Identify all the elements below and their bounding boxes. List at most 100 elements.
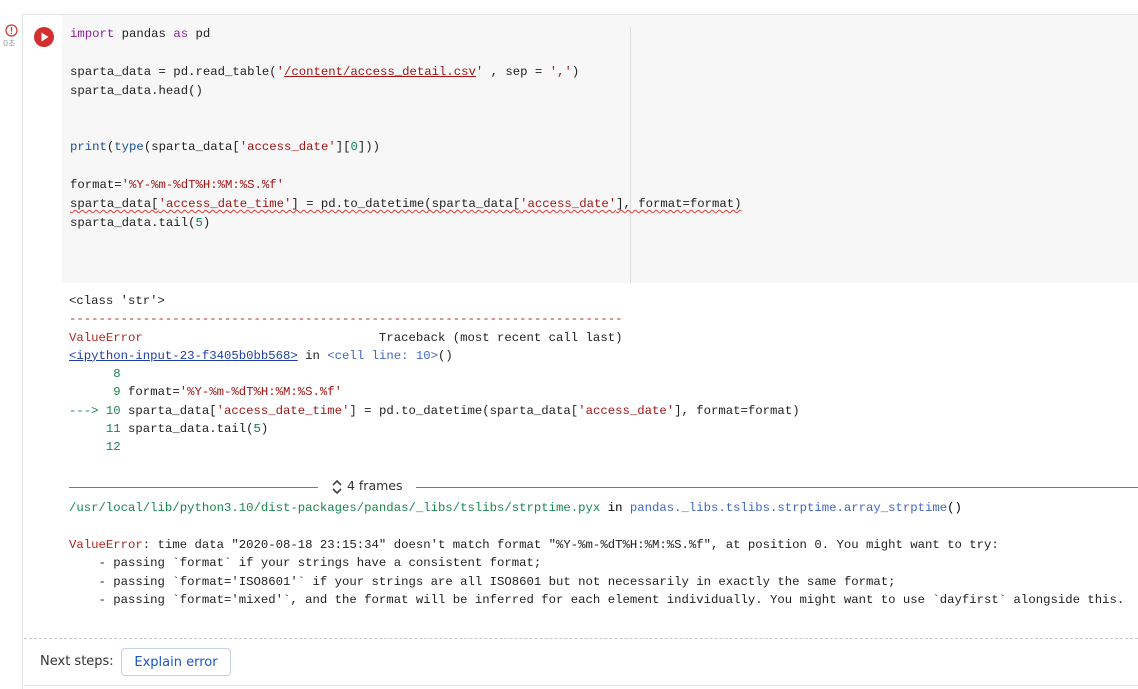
code-token: 'access_date' (239, 140, 336, 155)
trace-token: pandas._libs.tslibs.strptime.array_strpt… (629, 501, 948, 515)
frames-toggle[interactable]: 4 frames (331, 478, 403, 496)
output-token: in (297, 348, 328, 363)
output-line: ValueError Traceback (most recent call l… (69, 329, 800, 347)
code-token: ] = pd.to_datetime(sparta_data[ (291, 197, 521, 212)
code-token: pd (188, 27, 211, 41)
code-token: pandas (114, 27, 174, 41)
error-icon (5, 24, 18, 37)
code-line: sparta_data.head() (70, 82, 742, 101)
output-token: ] = pd.to_datetime(sparta_data[ (349, 403, 579, 418)
output-token[interactable]: <ipython-input-23-f3405b0bb568> (69, 349, 298, 363)
code-token: sparta_data[ (70, 197, 159, 212)
code-token: ][ (335, 140, 351, 155)
code-line: sparta_data.tail(5) (70, 214, 742, 233)
cell-output: <class 'str'> ---------------------------… (69, 292, 800, 457)
code-token: (sparta_data[ (143, 140, 240, 155)
error-line: - passing `format='ISO8601'` if your str… (69, 573, 1124, 591)
output-token: ValueError (69, 330, 143, 345)
code-token: /content/access_detail.csv (284, 64, 476, 79)
frames-label: 4 frames (346, 478, 403, 493)
error-token: ValueError (69, 538, 143, 552)
output-token: <class 'str'> (69, 294, 165, 308)
output-token: 12 (105, 440, 121, 455)
output-token: ], format=format) (674, 403, 800, 418)
code-token: ',' (549, 64, 572, 79)
error-token: - passing `format='mixed'`, and the form… (69, 592, 1125, 607)
execution-time: 0초 (3, 39, 16, 48)
code-token: import (70, 27, 115, 41)
output-token: 'access_date_time' (216, 403, 350, 418)
output-line: ----------------------------------------… (69, 310, 800, 328)
error-line: - passing `format` if your strings have … (69, 554, 1124, 572)
output-line: 9 format='%Y-%m-%dT%H:%M:%S.%f' (69, 383, 800, 401)
output-token: ---> 10 (69, 403, 121, 418)
code-token: print (70, 140, 107, 155)
cell-gutter: 0초 (0, 0, 22, 688)
code-token: '%Y-%m-%dT%H:%M:%S.%f' (121, 178, 285, 193)
next-steps-label: Next steps: (40, 654, 114, 669)
output-token (69, 367, 113, 381)
output-token: 'access_date' (578, 403, 675, 418)
code-token: format= (70, 178, 122, 193)
output-token: <cell line: 10> (327, 348, 438, 363)
trace-token: /usr/local/lib/python3.10/dist-packages/… (69, 501, 601, 515)
traceback-path[interactable]: /usr/local/lib/python3.10/dist-packages/… (69, 499, 962, 517)
code-token: type (114, 140, 144, 155)
output-line: 8 (69, 365, 800, 383)
output-token (69, 385, 113, 399)
separator-line-left (69, 487, 318, 488)
output-divider (24, 638, 1138, 639)
output-token: '%Y-%m-%dT%H:%M:%S.%f' (179, 385, 343, 400)
code-token: ) (202, 216, 211, 231)
code-line: print(type(sparta_data['access_date'][0]… (70, 138, 742, 157)
trace-token: in (600, 501, 630, 515)
output-token: format= (120, 385, 180, 400)
error-line: - passing `format='mixed'`, and the form… (69, 591, 1125, 609)
code-token: 0 (350, 140, 358, 155)
code-text[interactable]: import pandas as pd sparta_data = pd.rea… (70, 25, 742, 233)
code-token: as (173, 27, 189, 41)
code-line: sparta_data['access_date_time'] = pd.to_… (70, 195, 742, 214)
error-token: : time data "2020-08-18 23:15:34" doesn'… (142, 538, 999, 552)
error-token: - passing `format` if your strings have … (69, 556, 542, 571)
output-token: 5 (253, 422, 261, 437)
code-line: format='%Y-%m-%dT%H:%M:%S.%f' (70, 176, 742, 195)
output-token: 11 (105, 422, 121, 437)
code-token: ) (571, 64, 580, 79)
code-line: sparta_data = pd.read_table('/content/ac… (70, 63, 742, 82)
output-line: ---> 10 sparta_data['access_date_time'] … (69, 402, 800, 420)
output-token: 9 (113, 385, 121, 400)
code-token: sparta_data = pd.read_table( (70, 64, 277, 79)
output-line: <ipython-input-23-f3405b0bb568> in <cell… (69, 347, 800, 365)
output-token: () (438, 348, 453, 363)
code-token: sparta_data.head() (70, 83, 203, 98)
code-token: 5 (195, 216, 203, 231)
output-token: 8 (113, 367, 121, 382)
trace-token: () (947, 501, 962, 515)
error-message: ValueError: time data "2020-08-18 23:15:… (69, 536, 1124, 609)
code-token: ], format=format) (616, 197, 742, 212)
expand-collapse-icon (332, 479, 342, 494)
code-token: , sep = (483, 64, 550, 79)
output-token: sparta_data[ (120, 403, 217, 418)
code-line: import pandas as pd (70, 25, 742, 44)
output-token: ) (260, 422, 269, 437)
error-token: - passing `format='ISO8601'` if your str… (69, 574, 896, 589)
cell-bottom-border (24, 685, 1138, 686)
frames-separator: 4 frames (69, 478, 1138, 496)
output-token (69, 440, 106, 454)
code-token: 'access_date' (520, 197, 617, 212)
output-line: <class 'str'> (69, 292, 800, 310)
separator-line-right (416, 487, 1138, 488)
output-token: ----------------------------------------… (69, 312, 623, 327)
explain-error-button[interactable]: Explain error (121, 648, 231, 676)
code-editor[interactable]: import pandas as pd sparta_data = pd.rea… (62, 15, 1138, 283)
code-token: ' (276, 64, 285, 79)
run-cell-button[interactable] (33, 26, 55, 48)
output-token: sparta_data.tail( (120, 422, 254, 437)
code-token: 'access_date_time' (158, 197, 292, 212)
